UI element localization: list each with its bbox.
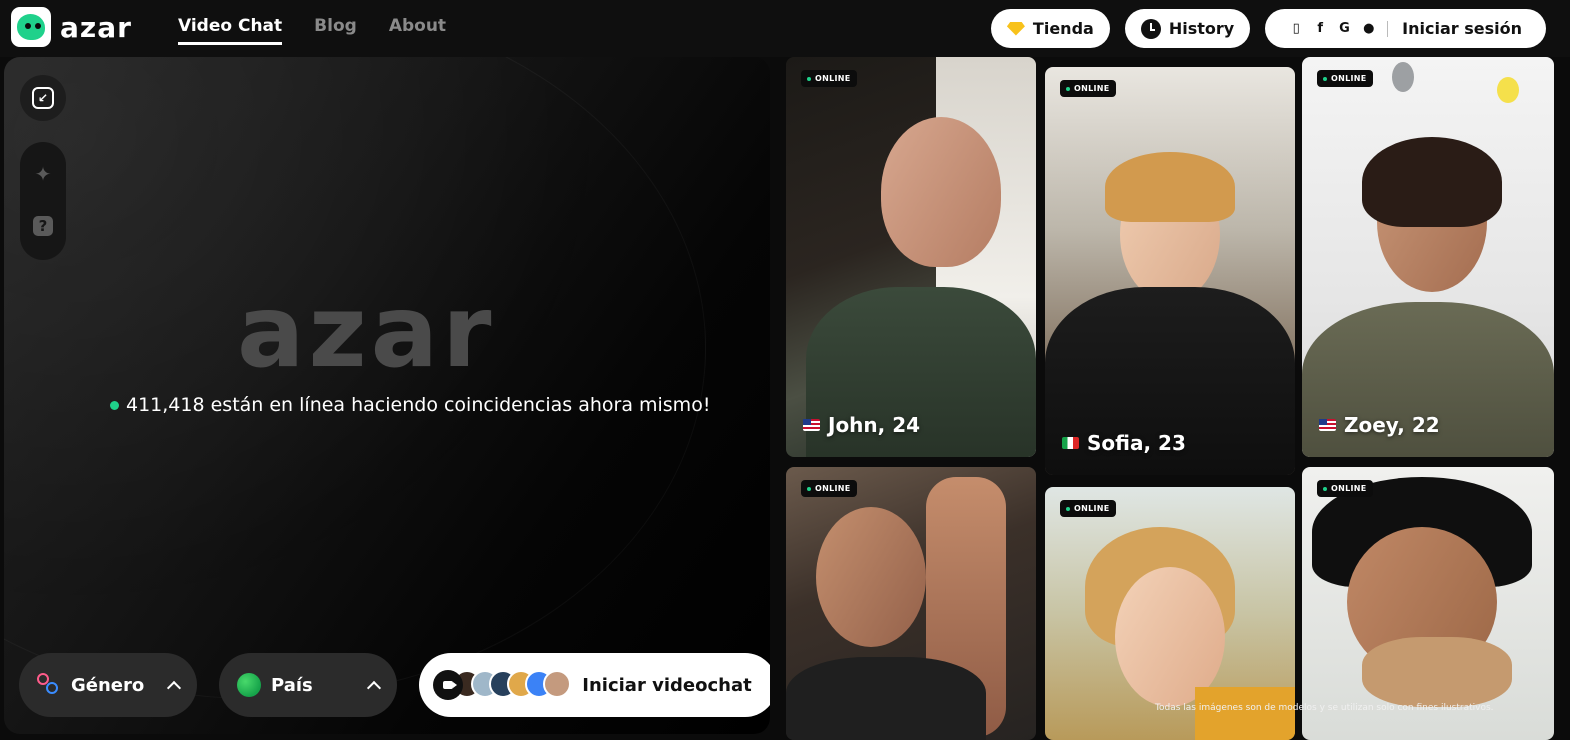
online-dot-icon [110, 400, 119, 410]
gender-icon [37, 673, 61, 697]
chevron-up-icon [366, 680, 382, 695]
video-camera-icon [433, 670, 463, 700]
brand-logo[interactable]: azar [11, 7, 132, 47]
nav-video-chat[interactable]: Video Chat [178, 16, 283, 45]
us-flag-icon [1319, 419, 1336, 431]
online-badge: ONLINE [1060, 500, 1116, 517]
top-navbar: azar Video Chat Blog About Tienda Histor… [0, 0, 1570, 57]
globe-icon [237, 673, 261, 697]
online-badge: ONLINE [1317, 480, 1373, 497]
match-controls: Género País Iniciar videochat [19, 653, 770, 717]
minimize-icon: ↙ [32, 87, 54, 109]
online-badge: ONLINE [1317, 70, 1373, 87]
person-photo [816, 507, 926, 647]
divider [1387, 20, 1389, 37]
facebook-icon: f [1317, 21, 1323, 36]
online-badge: ONLINE [1060, 80, 1116, 97]
main-nav: Video Chat Blog About [178, 16, 446, 45]
gender-label: Género [71, 674, 145, 696]
history-label: History [1168, 19, 1235, 38]
profile-name: Zoey, 22 [1319, 413, 1440, 437]
store-label: Tienda [1032, 19, 1094, 38]
nav-blog[interactable]: Blog [314, 16, 357, 45]
person-photo [1115, 567, 1225, 707]
profile-card[interactable]: ONLINE [1302, 467, 1554, 740]
online-counter: 411,418 están en línea haciendo coincide… [110, 394, 710, 416]
gem-icon [1006, 21, 1025, 36]
online-badge: ONLINE [801, 480, 857, 497]
login-button[interactable]: ▯ f G ● Iniciar sesión [1265, 9, 1546, 48]
login-label: Iniciar sesión [1402, 19, 1522, 38]
gender-filter-button[interactable]: Género [19, 653, 197, 717]
azar-logo-icon [11, 7, 51, 47]
video-preview-panel: ↙ ✦ ? azar 411,418 están en línea hacien… [4, 57, 770, 734]
profile-card[interactable]: ONLINE [786, 467, 1036, 740]
clock-icon [1140, 18, 1161, 39]
person-photo [881, 117, 1001, 267]
sparkle-icon[interactable]: ✦ [33, 164, 53, 184]
avatar [543, 670, 571, 698]
apple-icon: ● [1363, 21, 1375, 36]
italy-flag-icon [1062, 437, 1079, 449]
avatar-stack [433, 670, 571, 700]
online-badge: ONLINE [801, 70, 857, 87]
phone-icon: ▯ [1292, 21, 1300, 36]
store-button[interactable]: Tienda [990, 9, 1110, 48]
history-button[interactable]: History [1124, 9, 1251, 48]
profile-card[interactable]: ONLINE John, 24 [786, 57, 1036, 457]
start-videochat-button[interactable]: Iniciar videochat [419, 653, 770, 717]
us-flag-icon [803, 419, 820, 431]
profile-card[interactable]: ONLINE Sofia, 23 [1045, 67, 1295, 475]
side-toolbar: ✦ ? [20, 142, 66, 260]
help-icon[interactable]: ? [33, 216, 53, 236]
images-disclaimer: Todas las imágenes son de modelos y se u… [1155, 703, 1494, 713]
country-label: País [271, 674, 313, 696]
online-text: 411,418 están en línea haciendo coincide… [126, 394, 711, 416]
hero-logo: azar [237, 273, 496, 390]
header-actions: Tienda History ▯ f G ● Iniciar sesión [990, 9, 1546, 48]
google-icon: G [1339, 21, 1350, 36]
start-videochat-label: Iniciar videochat [582, 674, 752, 696]
chevron-up-icon [166, 680, 182, 695]
profile-name: John, 24 [803, 413, 920, 437]
profile-card[interactable]: ONLINE Zoey, 22 [1302, 57, 1554, 457]
minimize-button[interactable]: ↙ [20, 75, 66, 121]
country-filter-button[interactable]: País [219, 653, 397, 717]
brand-name: azar [60, 10, 132, 44]
profile-name: Sofia, 23 [1062, 431, 1186, 455]
nav-about[interactable]: About [389, 16, 446, 45]
